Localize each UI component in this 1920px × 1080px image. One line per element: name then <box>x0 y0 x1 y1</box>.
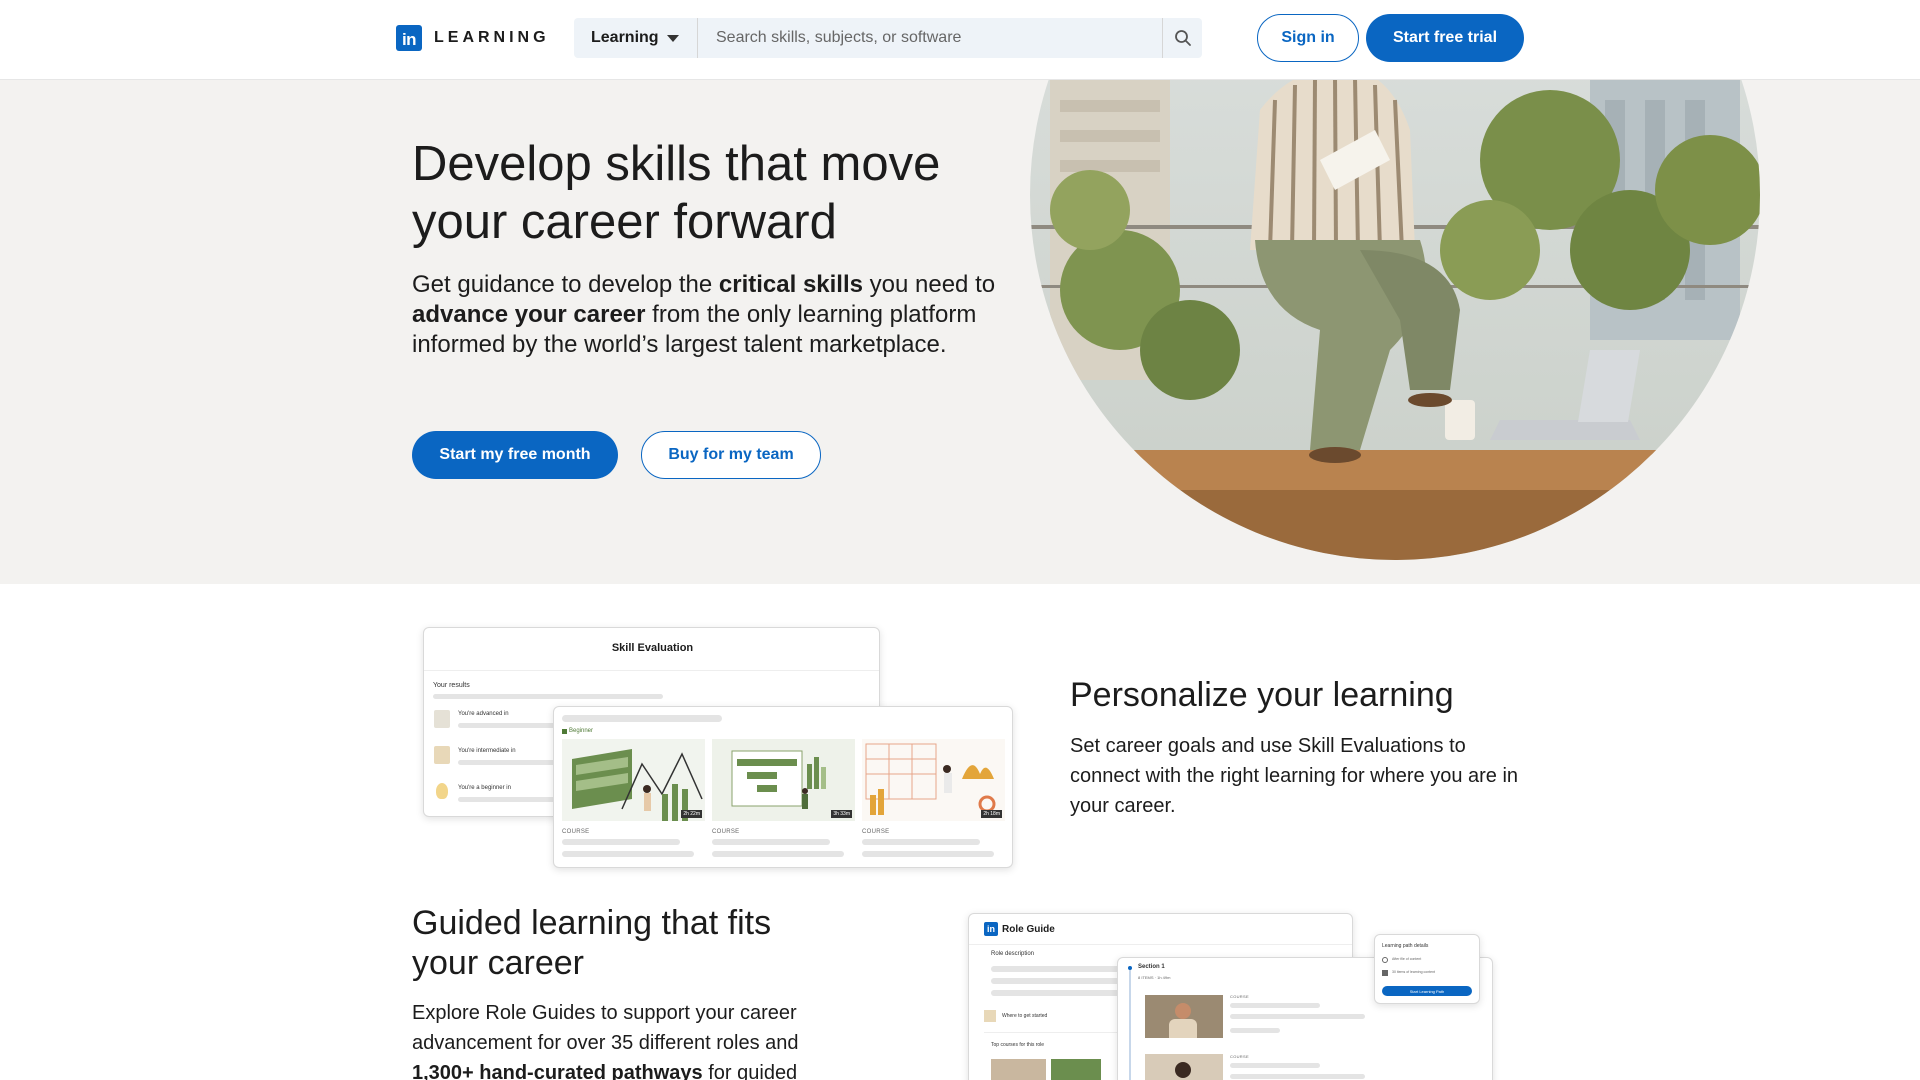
linkedin-learning-logo[interactable]: in LEARNING <box>396 25 550 51</box>
caret-down-icon <box>666 34 679 42</box>
beginner-tag: Beginner <box>562 728 593 734</box>
placeholder-bar <box>712 839 830 845</box>
start-free-trial-button[interactable]: Start free trial <box>1366 14 1524 62</box>
course-label: COURSE <box>562 829 590 835</box>
chart-illustration-icon <box>731 750 826 809</box>
guided-title: Guided learning that fits your career <box>412 904 772 982</box>
hero-section: Develop skills that move your career for… <box>0 80 1920 584</box>
linkedin-logo-icon: in <box>396 25 422 51</box>
course-label: COURSE <box>1230 994 1249 999</box>
placeholder-bar <box>1230 1028 1280 1033</box>
intermediate-label: You're intermediate in <box>458 748 516 754</box>
course-carousel-card: Beginner 2h 22m 3h 33m 2h 18m COURSE COU… <box>553 706 1013 868</box>
guided-desc-bold-1: 1,300+ hand-curated pathways <box>412 1062 703 1080</box>
logo-text: LEARNING <box>434 29 550 46</box>
role-guide-header: in Role Guide <box>984 922 1055 936</box>
notepad-icon <box>984 1010 996 1022</box>
course-thumbnail[interactable]: 2h 18m <box>862 739 1005 821</box>
hero-description: Get guidance to develop the critical ski… <box>412 270 1002 360</box>
personalize-description: Set career goals and use Skill Evaluatio… <box>1070 735 1519 817</box>
search-category-dropdown[interactable]: Learning <box>574 18 698 58</box>
hero-desc-bold-1: critical skills <box>718 271 863 298</box>
placeholder-bar <box>862 839 980 845</box>
role-guide-title: Role Guide <box>1002 923 1055 935</box>
list-icon <box>1382 970 1388 976</box>
section-title: Section 1 <box>1138 964 1165 970</box>
course-thumbnail[interactable] <box>991 1059 1046 1080</box>
course-thumbnail[interactable] <box>1051 1059 1101 1080</box>
guided-description: Explore Role Guides to support your care… <box>412 998 852 1080</box>
placeholder-bar <box>1230 1014 1365 1019</box>
path-details-line: 30 items of learning content <box>1392 970 1435 974</box>
search-icon <box>1174 30 1191 46</box>
guided-desc-text-2: for guided <box>702 1062 798 1080</box>
course-label: COURSE <box>1230 1054 1249 1059</box>
instructor-avatar <box>1175 1003 1191 1019</box>
placeholder-bar <box>1230 1003 1320 1008</box>
guided-desc-text-1: Explore Role Guides to support your care… <box>412 1002 799 1054</box>
placeholder-bar <box>712 851 844 857</box>
search-category-label: Learning <box>591 29 659 46</box>
placeholder-bar <box>458 723 558 728</box>
search-input[interactable] <box>698 18 1162 58</box>
course-thumbnail[interactable] <box>1145 1054 1223 1080</box>
hero-title: Develop skills that move your career for… <box>412 137 941 249</box>
beginner-tag-label: Beginner <box>569 728 594 734</box>
course-thumbnail[interactable]: 3h 33m <box>712 739 855 821</box>
start-learning-path-button[interactable]: Start Learning Path <box>1382 986 1472 996</box>
hero-desc-text-1: Get guidance to develop the <box>412 271 719 298</box>
advanced-label: You're advanced in <box>458 711 509 717</box>
duration-badge: 2h 22m <box>681 810 702 818</box>
instructor-avatar <box>1175 1062 1191 1078</box>
placeholder-bar <box>433 694 663 699</box>
beginner-dot-icon <box>562 728 567 734</box>
chart-illustration-icon <box>865 743 996 815</box>
chart-illustration-icon <box>572 749 703 821</box>
placeholder-bar <box>1230 1074 1365 1079</box>
skill-evaluation-title: Skill Evaluation <box>611 642 694 654</box>
path-details-title: Learning path details <box>1382 943 1429 949</box>
buy-for-team-button[interactable]: Buy for my team <box>641 431 821 479</box>
divider <box>424 670 879 671</box>
start-free-month-button[interactable]: Start my free month <box>412 431 618 479</box>
course-label: COURSE <box>862 829 890 835</box>
notepad-icon <box>434 746 450 764</box>
woman-with-laptop-illustration <box>1030 80 1760 560</box>
placeholder-bar <box>562 839 680 845</box>
top-courses-label: Top courses for this role <box>991 1042 1045 1048</box>
placeholder-bar <box>1230 1063 1320 1068</box>
path-details-line: After file of content <box>1392 957 1422 961</box>
beginner-label: You're a beginner in <box>458 785 511 791</box>
duration-badge: 3h 33m <box>831 810 852 818</box>
placeholder-bar <box>458 797 558 802</box>
your-results-label: Your results <box>433 682 470 689</box>
trophy-icon <box>434 710 450 728</box>
where-to-start-label: Where to get started <box>1002 1013 1048 1019</box>
placeholder-bar <box>562 851 694 857</box>
placeholder-bar <box>458 760 558 765</box>
course-thumbnail[interactable] <box>1145 995 1223 1038</box>
sign-in-button[interactable]: Sign in <box>1257 14 1359 62</box>
divider <box>969 944 1352 945</box>
search-bar: Learning <box>574 18 1202 58</box>
duration-badge: 2h 18m <box>981 810 1002 818</box>
search-button[interactable] <box>1162 18 1202 58</box>
learning-path-details-card: Learning path details After file of cont… <box>1374 934 1480 1004</box>
linkedin-logo-icon: in <box>984 922 998 936</box>
timeline-line <box>1129 970 1131 1080</box>
instructor-body <box>1169 1019 1197 1038</box>
role-description-label: Role description <box>991 951 1035 957</box>
placeholder-bar <box>862 851 994 857</box>
placeholder-bar <box>562 715 722 722</box>
section-meta: 8 ITEMS · 1h 49m <box>1138 975 1171 980</box>
course-thumbnail[interactable]: 2h 22m <box>562 739 705 821</box>
site-header: in LEARNING Learning Sign in Start free … <box>0 0 1920 80</box>
hero-desc-bold-2: advance your career <box>412 301 646 328</box>
hero-photo <box>1030 80 1760 560</box>
personalize-title: Personalize your learning <box>1070 676 1454 714</box>
lightbulb-icon <box>436 783 448 799</box>
hero-desc-text-2: you need to <box>862 271 996 298</box>
course-label: COURSE <box>712 829 740 835</box>
clock-icon <box>1382 957 1388 963</box>
